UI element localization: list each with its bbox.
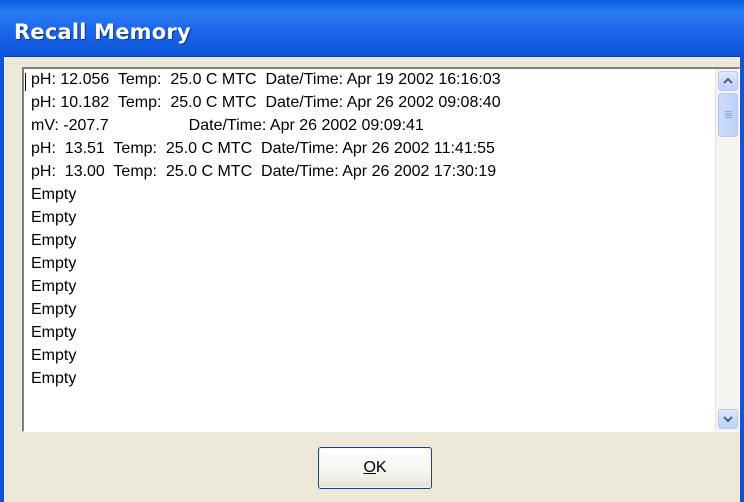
thumb-grip-line xyxy=(725,113,732,114)
chevron-up-icon xyxy=(723,77,733,84)
scroll-up-button[interactable] xyxy=(718,71,738,91)
memory-entry[interactable]: pH: 13.00 Temp: 25.0 C MTC Date/Time: Ap… xyxy=(31,161,496,183)
memory-list-content: pH: 12.056 Temp: 25.0 C MTC Date/Time: A… xyxy=(24,69,714,431)
memory-entry[interactable]: Empty xyxy=(31,276,76,298)
text-caret xyxy=(25,73,26,91)
memory-entry[interactable]: Empty xyxy=(31,253,76,275)
ok-mnemonic: O xyxy=(363,459,376,476)
memory-entry[interactable]: pH: 13.51 Temp: 25.0 C MTC Date/Time: Ap… xyxy=(31,138,495,160)
memory-entry[interactable]: pH: 10.182 Temp: 25.0 C MTC Date/Time: A… xyxy=(31,92,501,114)
memory-entry[interactable]: Empty xyxy=(31,184,76,206)
vertical-scrollbar[interactable] xyxy=(715,69,739,431)
chevron-down-icon xyxy=(723,416,733,423)
window-frame-left xyxy=(0,56,4,502)
thumb-grip-line xyxy=(725,111,732,112)
ok-label-rest: K xyxy=(375,459,387,476)
scroll-thumb[interactable] xyxy=(718,93,738,137)
memory-entry[interactable]: Empty xyxy=(31,299,76,321)
window-frame-right xyxy=(740,56,744,502)
memory-listbox[interactable]: pH: 12.056 Temp: 25.0 C MTC Date/Time: A… xyxy=(22,67,740,432)
memory-entry[interactable]: Empty xyxy=(31,322,76,344)
memory-entry[interactable]: Empty xyxy=(31,207,76,229)
thumb-grip-line xyxy=(725,117,732,118)
scroll-down-button[interactable] xyxy=(718,409,738,429)
ok-button[interactable]: OK xyxy=(318,447,432,489)
thumb-grip-line xyxy=(725,115,732,116)
recall-memory-dialog: Recall Memory pH: 12.056 Temp: 25.0 C MT… xyxy=(0,0,744,502)
title-bar[interactable]: Recall Memory xyxy=(0,0,744,57)
ok-button-label: OK xyxy=(363,459,386,477)
memory-entry[interactable]: Empty xyxy=(31,230,76,252)
memory-entry[interactable]: mV: -207.7 Date/Time: Apr 26 2002 09:09:… xyxy=(31,115,424,137)
window-title: Recall Memory xyxy=(14,20,191,44)
memory-entry[interactable]: pH: 12.056 Temp: 25.0 C MTC Date/Time: A… xyxy=(31,69,501,91)
memory-entry[interactable]: Empty xyxy=(31,368,76,390)
memory-entry[interactable]: Empty xyxy=(31,345,76,367)
